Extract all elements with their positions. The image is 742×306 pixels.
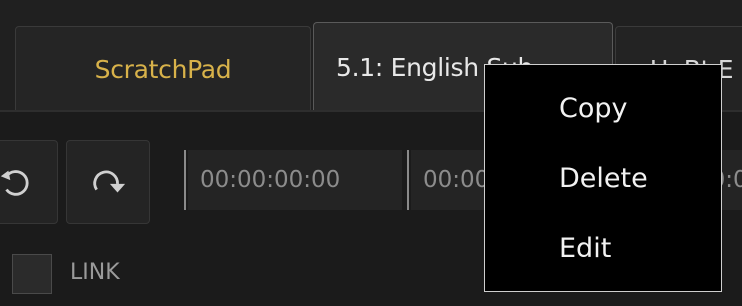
- link-checkbox[interactable]: [12, 254, 52, 294]
- toolbar-divider: [407, 150, 409, 210]
- redo-button[interactable]: [66, 140, 150, 224]
- menu-item-copy[interactable]: Copy: [485, 73, 721, 143]
- tab-scratchpad-label: ScratchPad: [94, 55, 232, 84]
- link-label: LINK: [70, 260, 120, 285]
- app-window: ScratchPad 5.1: English Sub U: Bt E 00:0…: [0, 0, 742, 306]
- timecode-start-field[interactable]: 00:00:00:00: [188, 150, 402, 210]
- tab-scratchpad[interactable]: ScratchPad: [15, 26, 311, 112]
- timecode-duration-field[interactable]: 00:00:00:00: [722, 150, 742, 210]
- menu-item-delete[interactable]: Delete: [485, 143, 721, 213]
- toolbar-divider: [184, 150, 186, 210]
- undo-button[interactable]: [0, 140, 58, 224]
- context-menu: Copy Delete Edit: [484, 64, 722, 292]
- undo-icon: [0, 170, 29, 196]
- menu-item-edit[interactable]: Edit: [485, 213, 721, 283]
- redo-icon: [93, 170, 126, 193]
